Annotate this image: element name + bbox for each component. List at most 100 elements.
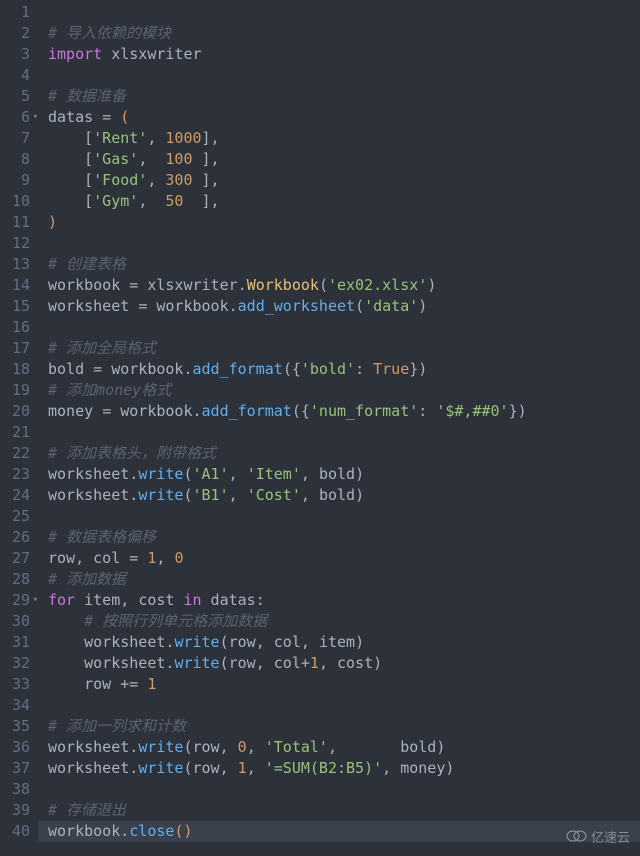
code-line[interactable]: worksheet.write(row, 1, '=SUM(B2:B5)', m… — [48, 758, 640, 779]
token-pun: . — [238, 276, 247, 294]
token-str: 'B1' — [193, 486, 229, 504]
token-pun: . — [120, 822, 129, 840]
token-pun: ( — [183, 465, 192, 483]
code-line[interactable]: money = workbook.add_format({'num_format… — [48, 401, 640, 422]
code-line[interactable] — [48, 2, 640, 23]
token-id: col — [274, 654, 301, 672]
token-cmt: # 添加数据 — [48, 570, 126, 588]
token-pun: , — [156, 549, 174, 567]
code-line[interactable]: ['Rent', 1000], — [48, 128, 640, 149]
line-number: 5 — [0, 86, 30, 107]
code-line[interactable]: worksheet.write(row, col, item) — [48, 632, 640, 653]
token-op: = — [102, 402, 120, 420]
code-line[interactable]: import xlsxwriter — [48, 44, 640, 65]
token-num: 1 — [147, 675, 156, 693]
line-number: 39 — [0, 800, 30, 821]
line-number: 34 — [0, 695, 30, 716]
token-pun: ) — [436, 738, 445, 756]
token-id: xlsxwriter — [147, 276, 237, 294]
code-line[interactable]: worksheet.write('B1', 'Cost', bold) — [48, 485, 640, 506]
code-editor[interactable]: 123456▾789101112131415161718192021222324… — [0, 0, 640, 856]
token-num: 300 — [165, 171, 192, 189]
code-line[interactable]: worksheet.write('A1', 'Item', bold) — [48, 464, 640, 485]
code-line[interactable]: datas = ( — [48, 107, 640, 128]
token-op: += — [120, 675, 147, 693]
line-number: 29▾ — [0, 590, 30, 611]
code-line[interactable]: row += 1 — [48, 674, 640, 695]
code-line[interactable]: # 添加money格式 — [48, 380, 640, 401]
token-id: worksheet — [48, 654, 165, 672]
code-line[interactable]: ['Gas', 100 ], — [48, 149, 640, 170]
token-str: 'num_format' — [310, 402, 418, 420]
code-line[interactable]: for item, cost in datas: — [48, 590, 640, 611]
token-op: = — [129, 549, 147, 567]
token-fn: write — [138, 465, 183, 483]
code-line[interactable]: worksheet.write(row, 0, 'Total', bold) — [48, 737, 640, 758]
token-str: '$#,##0' — [436, 402, 508, 420]
token-pun: . — [183, 360, 192, 378]
line-number: 19 — [0, 380, 30, 401]
token-id: row — [229, 633, 256, 651]
code-line[interactable]: # 数据表格偏移 — [48, 527, 640, 548]
line-number: 4 — [0, 65, 30, 86]
code-line[interactable] — [48, 233, 640, 254]
token-str: 'data' — [364, 297, 418, 315]
code-line[interactable]: row, col = 1, 0 — [48, 548, 640, 569]
code-line[interactable]: # 导入依赖的模块 — [48, 23, 640, 44]
line-number: 17 — [0, 338, 30, 359]
code-line[interactable]: # 添加表格头，附带格式 — [48, 443, 640, 464]
code-line[interactable]: workbook = xlsxwriter.Workbook('ex02.xls… — [48, 275, 640, 296]
line-number: 13 — [0, 254, 30, 275]
code-line[interactable]: # 添加一列求和计数 — [48, 716, 640, 737]
code-line[interactable] — [48, 506, 640, 527]
token-op: = — [138, 297, 156, 315]
code-line[interactable] — [48, 779, 640, 800]
token-pun: , — [319, 654, 337, 672]
token-pun: , — [75, 549, 93, 567]
code-line[interactable]: # 创建表格 — [48, 254, 640, 275]
code-line[interactable]: workbook.close() — [38, 821, 640, 842]
line-number: 28 — [0, 569, 30, 590]
code-area[interactable]: # 导入依赖的模块import xlsxwriter # 数据准备datas = … — [38, 0, 640, 856]
line-number: 14 — [0, 275, 30, 296]
code-line[interactable]: ['Food', 300 ], — [48, 170, 640, 191]
token-pun: , — [301, 486, 319, 504]
token-id — [48, 192, 84, 210]
code-line[interactable]: # 添加数据 — [48, 569, 640, 590]
token-id: worksheet — [48, 759, 129, 777]
token-id: row — [193, 759, 220, 777]
token-pun: [ — [84, 129, 93, 147]
token-id — [48, 129, 84, 147]
token-pun: ( — [183, 738, 192, 756]
token-kw: in — [183, 591, 201, 609]
token-pun: , — [138, 192, 165, 210]
token-id: cost — [138, 591, 183, 609]
code-line[interactable] — [48, 317, 640, 338]
code-line[interactable]: worksheet = workbook.add_worksheet('data… — [48, 296, 640, 317]
line-number: 8 — [0, 149, 30, 170]
token-num: 0 — [174, 549, 183, 567]
code-line[interactable]: # 按照行列单元格添加数据 — [48, 611, 640, 632]
token-par: () — [174, 822, 192, 840]
token-str: 'Rent' — [93, 129, 147, 147]
token-str: 'Total' — [265, 738, 328, 756]
code-line[interactable] — [48, 422, 640, 443]
code-line[interactable]: worksheet.write(row, col+1, cost) — [48, 653, 640, 674]
token-pun: ) — [355, 486, 364, 504]
code-line[interactable]: # 存储退出 — [48, 800, 640, 821]
code-line[interactable]: # 添加全局格式 — [48, 338, 640, 359]
token-pun: : — [355, 360, 373, 378]
token-id: datas — [48, 108, 102, 126]
line-number: 18 — [0, 359, 30, 380]
token-id: row — [48, 675, 120, 693]
code-line[interactable]: # 数据准备 — [48, 86, 640, 107]
token-id: workbook — [156, 297, 228, 315]
token-cmt: # 添加一列求和计数 — [48, 717, 186, 735]
code-line[interactable] — [48, 65, 640, 86]
code-line[interactable]: ['Gym', 50 ], — [48, 191, 640, 212]
code-line[interactable] — [48, 695, 640, 716]
line-number: 38 — [0, 779, 30, 800]
code-line[interactable]: ) — [48, 212, 640, 233]
code-line[interactable]: bold = workbook.add_format({'bold': True… — [48, 359, 640, 380]
token-pun: ( — [183, 759, 192, 777]
